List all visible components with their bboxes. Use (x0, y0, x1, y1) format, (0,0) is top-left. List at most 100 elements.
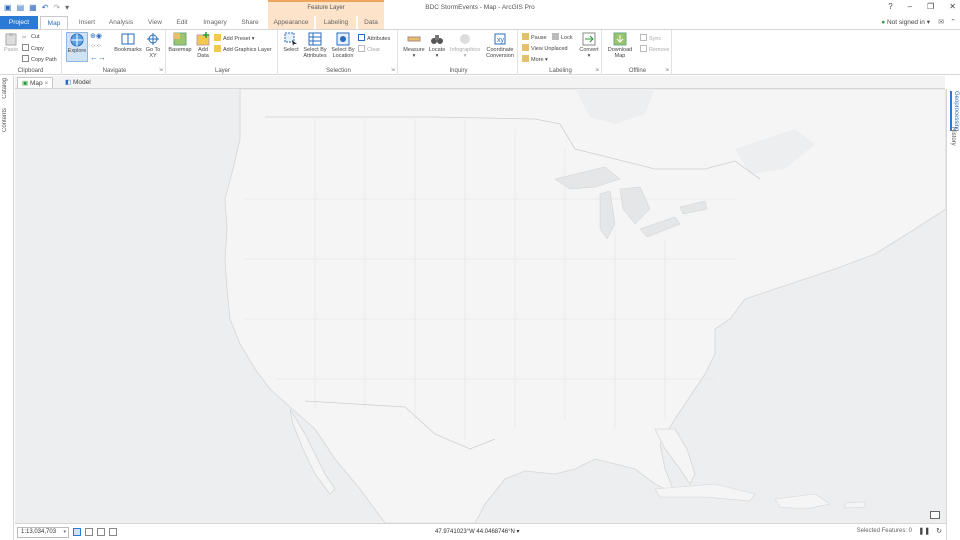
coordinate-icon: xy (494, 33, 506, 45)
customize-qat-icon[interactable]: ▾ (65, 3, 69, 13)
group-inquiry: Measure ▾ Locate ▾ Infographics ▾ xy Coo… (400, 30, 518, 75)
convert-button[interactable]: Convert ▾ (578, 32, 600, 59)
sync-icon (640, 34, 647, 41)
tabrow-icons: ✉ ⌃ (938, 18, 956, 26)
copy-path-button[interactable]: Copy Path (22, 55, 57, 64)
redo-icon[interactable]: ↷ (53, 3, 60, 13)
paste-button[interactable]: Paste (3, 32, 19, 53)
right-dock: Geoprocessing History (946, 89, 960, 540)
attributes-button[interactable]: Attributes (358, 34, 390, 43)
undo-icon[interactable]: ↶ (42, 3, 49, 13)
explore-button[interactable]: Explore (66, 32, 88, 62)
catalog-pane-tab[interactable]: Catalog (2, 78, 8, 99)
lock-labels-button[interactable]: Lock (552, 33, 573, 42)
infographics-button[interactable]: Infographics ▾ (448, 32, 482, 59)
signin-status[interactable]: ● Not signed in ▾ (881, 17, 930, 28)
explore-icon (70, 33, 84, 47)
help-icon[interactable]: ? (888, 2, 892, 11)
more-icon (522, 55, 529, 62)
map-canvas (15, 89, 946, 523)
context-tab-header: Feature Layer (268, 0, 384, 16)
refresh-icon[interactable]: ↻ (936, 527, 942, 535)
locate-button[interactable]: Locate ▾ (428, 32, 446, 59)
geoprocessing-pane-tab[interactable]: Geoprocessing (950, 91, 959, 132)
select-by-attributes-button[interactable]: Select By Attributes (302, 32, 328, 59)
pause-labels-button[interactable]: Pause (522, 33, 547, 42)
bookmarks-icon (121, 33, 135, 45)
copy-button[interactable]: Copy (22, 44, 44, 53)
tab-appearance[interactable]: Appearance (268, 16, 314, 29)
add-data-icon (196, 32, 210, 46)
tab-view[interactable]: View (142, 16, 168, 29)
tab-data[interactable]: Data (358, 16, 384, 29)
location-select-icon (336, 32, 350, 46)
offline-launcher-icon[interactable]: ⇲ (665, 67, 669, 73)
rotation-icon[interactable] (109, 528, 117, 536)
cut-button[interactable]: ✂ Cut (22, 33, 40, 41)
crosshair-icon (147, 33, 159, 45)
zoom-full-extent-icon[interactable]: ⊕◉ (90, 33, 102, 41)
add-preset-button[interactable]: Add Preset ▾ (214, 34, 255, 43)
layout-icon[interactable] (85, 528, 93, 536)
window-controls: ? – ❐ ✕ (888, 2, 956, 11)
labeling-launcher-icon[interactable]: ⇲ (595, 67, 599, 73)
group-layer: Basemap Add Data Add Preset ▾ Add Graphi… (168, 30, 278, 75)
fixed-zoom-icon[interactable]: ⁘⁘ (90, 43, 102, 51)
group-selection: Select Select By Attributes Select By Lo… (280, 30, 398, 75)
minimize-icon[interactable]: – (908, 2, 912, 11)
add-data-button[interactable]: Add Data (194, 32, 212, 59)
basemap-button[interactable]: Basemap (168, 32, 192, 53)
close-icon[interactable]: ✕ (949, 2, 956, 11)
bookmarks-button[interactable]: Bookmarks (114, 32, 142, 53)
view-unplaced-button[interactable]: View Unplaced (522, 44, 568, 53)
remove-button[interactable]: Remove (640, 45, 669, 54)
paste-icon (5, 33, 17, 46)
close-tab-icon[interactable]: × (44, 80, 48, 87)
status-tools (73, 528, 117, 536)
clear-selection-button[interactable]: Clear (358, 45, 380, 54)
new-project-icon[interactable]: ▣ (4, 3, 12, 13)
tab-map-view[interactable]: ▣ Map × (17, 77, 54, 88)
tab-labeling[interactable]: Labeling (316, 16, 356, 29)
select-button[interactable]: Select (282, 32, 300, 53)
history-pane-tab[interactable]: History (950, 127, 956, 146)
group-offline: Download Map Sync Remove Offline ⇲ (604, 30, 672, 75)
pause-drawing-icon[interactable]: ❚❚ (918, 527, 930, 535)
tab-project[interactable]: Project (0, 16, 38, 29)
go-to-xy-button[interactable]: Go To XY (144, 32, 162, 59)
graphics-layer-icon (214, 45, 221, 52)
previous-extent-icon[interactable]: ←→ (90, 54, 106, 62)
selection-launcher-icon[interactable]: ⇲ (391, 67, 395, 73)
tab-model-view[interactable]: ◧ Model (61, 77, 95, 88)
coordinate-conversion-button[interactable]: xy Coordinate Conversion (484, 32, 516, 59)
grid-icon[interactable] (73, 528, 81, 536)
map-overlay-folder-icon[interactable] (930, 511, 940, 519)
tab-edit[interactable]: Edit (170, 16, 194, 29)
sync-button[interactable]: Sync (640, 34, 661, 43)
tab-analysis[interactable]: Analysis (104, 16, 138, 29)
more-labeling-button[interactable]: More ▾ (522, 55, 548, 64)
tab-insert[interactable]: Insert (72, 16, 102, 29)
scale-selector[interactable]: 1:13,034,703 ▾ (17, 527, 69, 538)
basemap-icon (173, 32, 187, 46)
open-project-icon[interactable]: ▤ (17, 3, 25, 13)
ruler-icon (407, 36, 421, 42)
collapse-ribbon-icon[interactable]: ⌃ (950, 18, 956, 26)
tab-map[interactable]: Map (40, 16, 68, 29)
download-map-button[interactable]: Download Map (606, 32, 634, 59)
user-icon: ● (881, 19, 886, 26)
select-by-location-button[interactable]: Select By Location (330, 32, 356, 59)
binoculars-icon (431, 35, 443, 44)
tab-imagery[interactable]: Imagery (198, 16, 232, 29)
add-graphics-layer-button[interactable]: Add Graphics Layer (214, 45, 272, 54)
restore-icon[interactable]: ❐ (927, 2, 934, 11)
save-icon[interactable]: ▦ (29, 3, 37, 13)
tab-share[interactable]: Share (236, 16, 264, 29)
measure-button[interactable]: Measure ▾ (402, 32, 426, 59)
navigate-launcher-icon[interactable]: ⇲ (159, 67, 163, 73)
map-view[interactable] (15, 89, 946, 523)
contents-pane-tab[interactable]: Contents (2, 108, 8, 132)
notification-icon[interactable]: ✉ (938, 18, 944, 26)
snapping-icon[interactable] (97, 528, 105, 536)
app-title: BDC StormEvents - Map - ArcGIS Pro (425, 4, 535, 11)
